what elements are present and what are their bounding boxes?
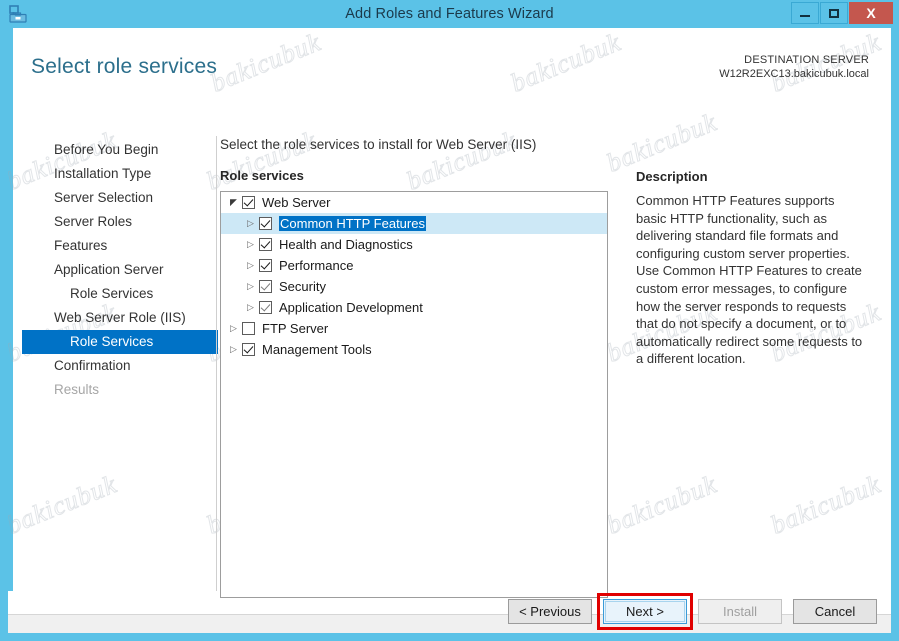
watermark: bakicubuk: [602, 469, 721, 540]
checkbox-performance[interactable]: [259, 259, 272, 272]
maximize-icon: [829, 8, 839, 18]
checkbox-management-tools[interactable]: [242, 343, 255, 356]
tree-item-label: Health and Diagnostics: [279, 237, 413, 252]
accent-bar: [8, 28, 13, 591]
sidebar-item-application-server[interactable]: Application Server: [22, 258, 218, 282]
wizard-buttons: < Previous Next > Install Cancel: [508, 593, 877, 630]
instruction-text: Select the role services to install for …: [220, 137, 537, 152]
checkbox-health-and-diagnostics[interactable]: [259, 238, 272, 251]
watermark: bakicubuk: [8, 469, 121, 540]
sidebar-item-results: Results: [54, 382, 100, 397]
close-button[interactable]: X: [849, 2, 893, 24]
checkbox-common-http-features[interactable]: [259, 217, 272, 230]
checkbox-ftp-server[interactable]: [242, 322, 255, 335]
description-title: Description: [636, 169, 708, 184]
chevron-right-icon[interactable]: ▷: [242, 255, 259, 276]
tree-item-label: FTP Server: [262, 321, 329, 336]
chevron-right-icon[interactable]: ▷: [225, 339, 242, 360]
tree-item-label: Security: [279, 279, 326, 294]
tree-row[interactable]: ▷ Common HTTP Features: [221, 213, 607, 234]
watermark: bakicubuk: [766, 469, 885, 540]
sidebar-item-server-selection[interactable]: Server Selection: [22, 186, 218, 210]
chevron-right-icon[interactable]: ▷: [242, 297, 259, 318]
sidebar-item-before-you-begin[interactable]: Before You Begin: [22, 138, 218, 162]
tree-item-label: Application Development: [279, 300, 423, 315]
checkbox-application-development[interactable]: [259, 301, 272, 314]
sidebar-item-installation-type[interactable]: Installation Type: [22, 162, 218, 186]
checkbox-web-server[interactable]: [242, 196, 255, 209]
title-bar: Add Roles and Features Wizard X: [0, 0, 899, 28]
checkbox-security[interactable]: [259, 280, 272, 293]
role-services-label: Role services: [220, 168, 304, 183]
watermark: bakicubuk: [206, 28, 325, 98]
tree-row[interactable]: ▷ Security: [221, 276, 607, 297]
tree-item-label: Common HTTP Features: [279, 216, 426, 231]
sidebar-item-confirmation[interactable]: Confirmation: [22, 354, 218, 378]
tree-row[interactable]: ▷ Management Tools: [221, 339, 607, 360]
watermark: bakicubuk: [506, 28, 625, 98]
destination-server-name: W12R2EXC13.bakicubuk.local: [719, 68, 869, 80]
tree-row[interactable]: ▷ Health and Diagnostics: [221, 234, 607, 255]
tree-row[interactable]: ▷ Performance: [221, 255, 607, 276]
minimize-button[interactable]: [791, 2, 819, 24]
minimize-icon: [800, 15, 810, 17]
previous-button[interactable]: < Previous: [508, 599, 592, 624]
sidebar-item-role-services-iis[interactable]: Role Services: [22, 330, 218, 354]
maximize-button[interactable]: [820, 2, 848, 24]
chevron-down-icon[interactable]: ◤: [225, 192, 242, 213]
destination-server-label: DESTINATION SERVER: [744, 54, 869, 66]
sidebar-item-features[interactable]: Features: [22, 234, 218, 258]
watermark: bakicubuk: [602, 107, 721, 178]
install-button: Install: [698, 599, 782, 624]
chevron-right-icon[interactable]: ▷: [242, 234, 259, 255]
page-title: Select role services: [31, 55, 218, 78]
wizard-window: Add Roles and Features Wizard X bakicubu…: [0, 0, 899, 641]
next-button-wrapper: Next >: [597, 593, 693, 630]
tree-item-label: Web Server: [262, 195, 331, 210]
role-services-tree[interactable]: ◤ Web Server ▷ Common HTTP Features ▷ He…: [220, 191, 608, 598]
description-text: Common HTTP Features supports basic HTTP…: [636, 193, 863, 367]
tree-item-label: Management Tools: [262, 342, 372, 357]
tree-row[interactable]: ▷ Application Development: [221, 297, 607, 318]
tree-row[interactable]: ◤ Web Server: [221, 192, 607, 213]
next-button[interactable]: Next >: [603, 599, 687, 624]
window-title: Add Roles and Features Wizard: [345, 6, 554, 22]
tree-row[interactable]: ▷ FTP Server: [221, 318, 607, 339]
wizard-nav: Before You Begin Installation Type Serve…: [22, 138, 218, 402]
sidebar-item-web-server-role[interactable]: Web Server Role (IIS): [22, 306, 218, 330]
sidebar-item-role-services-app[interactable]: Role Services: [22, 282, 218, 306]
chevron-right-icon[interactable]: ▷: [242, 213, 259, 234]
wizard-content: bakicubuk bakicubuk bakicubuk bakicubuk …: [8, 28, 891, 633]
chevron-right-icon[interactable]: ▷: [242, 276, 259, 297]
chevron-right-icon[interactable]: ▷: [225, 318, 242, 339]
tree-item-label: Performance: [279, 258, 354, 273]
sidebar-item-server-roles[interactable]: Server Roles: [22, 210, 218, 234]
nav-divider: [216, 136, 217, 591]
destination-server-info: DESTINATION SERVER W12R2EXC13.bakicubuk.…: [719, 53, 869, 81]
cancel-button[interactable]: Cancel: [793, 599, 877, 624]
window-controls: X: [791, 2, 893, 24]
